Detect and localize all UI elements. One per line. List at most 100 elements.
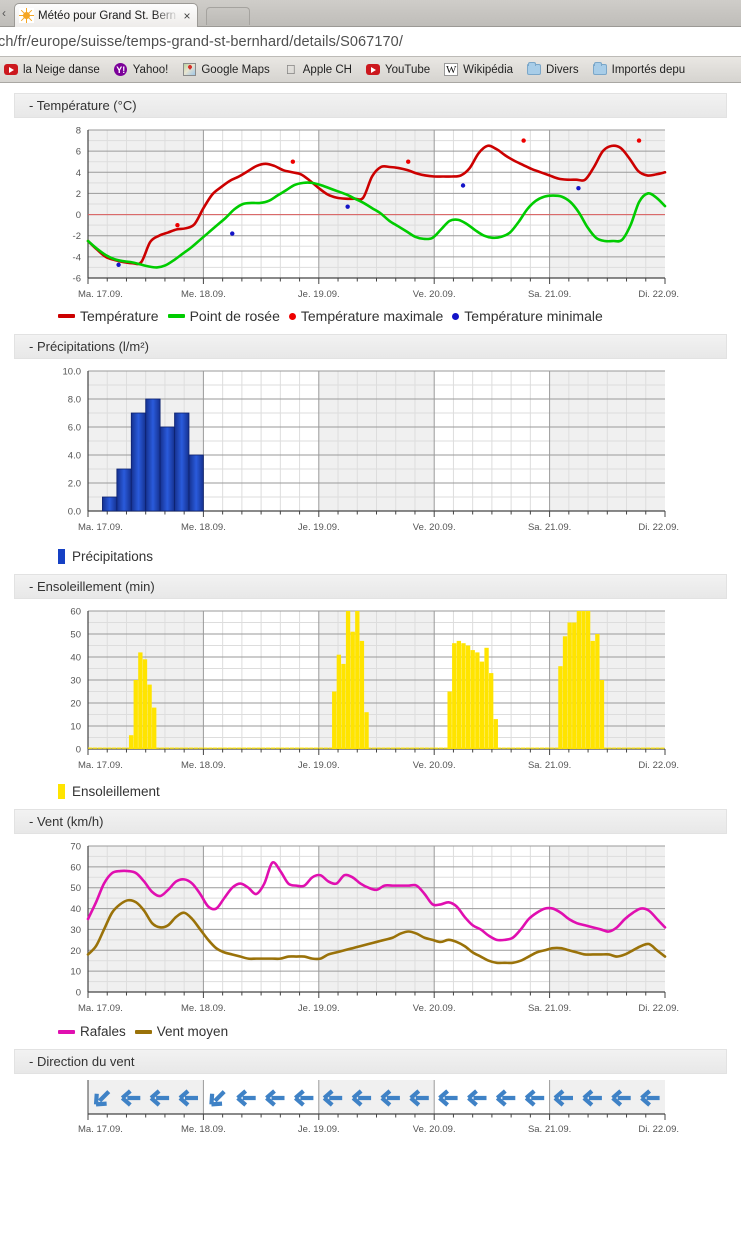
legend-label: Ensoleillement [72,784,160,799]
browser-tab[interactable]: Météo pour Grand St. Bern × [14,3,198,27]
svg-text:2.0: 2.0 [68,479,81,490]
svg-text:Ma. 17.09.: Ma. 17.09. [78,289,123,300]
svg-text:Me. 18.09.: Me. 18.09. [181,1003,226,1014]
legend-label: Point de rosée [189,308,280,324]
svg-text:0: 0 [76,745,81,756]
bookmark-label: Importés depu [611,63,686,76]
svg-text:-2: -2 [73,231,81,242]
svg-text:-6: -6 [73,274,81,285]
legend-item-vent-moyen: Vent moyen [134,1024,229,1039]
legend-label: Vent moyen [156,1024,229,1039]
section-title: - Direction du vent [29,1054,135,1069]
bookmark-apple-ch[interactable]:  Apple CH [284,63,352,77]
svg-text:60: 60 [70,607,81,618]
svg-text:Ve. 20.09.: Ve. 20.09. [413,760,456,771]
new-tab-button[interactable] [206,7,250,25]
wind-plot: 70 60 50 40 30 20 10 0 Ma. 17.09. Me. 18.09. Je. 1… [70,842,679,1015]
svg-text:Sa. 21.09.: Sa. 21.09. [528,760,571,771]
bookmark-label: Wikipédia [463,63,514,76]
svg-text:Je. 19.09.: Je. 19.09. [298,1003,340,1014]
bookmark-label: Google Maps [201,63,270,76]
section-header-wind[interactable]: - Vent (km/h) [14,809,727,834]
svg-text:Me. 18.09.: Me. 18.09. [181,522,226,533]
bookmark-yahoo[interactable]: Y! Yahoo! [114,63,169,77]
section-wind-direction: - Direction du vent Ma. 17.09. Me. 18.09.… [0,1049,741,1142]
svg-text:70: 70 [70,842,81,853]
section-precipitation: - Précipitations (l/m²) 10.0 8.0 6.0 4.0 2.0… [0,334,741,564]
legend-dot-swatch [288,312,296,320]
svg-text:Ve. 20.09.: Ve. 20.09. [413,1124,456,1135]
section-header-sunshine[interactable]: - Ensoleillement (min) [14,574,727,599]
bookmark-label: Yahoo! [132,63,169,76]
folder-icon [527,62,542,77]
tab-strip: ‹ Météo pour Grand St. Bern × [0,0,741,27]
yahoo-icon: Y! [114,63,128,76]
svg-text:0: 0 [76,988,81,999]
legend-sunshine: Ensoleillement [58,784,741,799]
tab-title: Météo pour Grand St. Bern [38,9,177,22]
sunshine-plot: 60 50 40 30 20 10 0 Ma. 17.09. Me. 18.09. Je. 19.… [70,607,679,772]
bookmark-youtube[interactable]: YouTube [365,63,431,77]
section-sunshine: - Ensoleillement (min) 60 50 40 30 20 10 0 Ma. … [0,574,741,799]
svg-text:2: 2 [76,189,81,200]
section-title: - Vent (km/h) [29,814,104,829]
weather-details-page: - Température (°C) 8 6 4 2 0 -2 -4 -6 Ma. 17.09.… [0,93,741,1142]
svg-text:Ve. 20.09.: Ve. 20.09. [413,1003,456,1014]
svg-text:30: 30 [70,925,81,936]
svg-text:Je. 19.09.: Je. 19.09. [298,289,340,300]
bookmark-wikipedia[interactable]: W Wikipédia [444,63,513,77]
legend-line-swatch [58,314,75,318]
section-title: - Précipitations (l/m²) [29,339,149,354]
bookmark-label: la Neige danse [23,63,100,76]
svg-text:4: 4 [76,168,81,179]
close-icon[interactable]: × [181,10,193,22]
legend-line-swatch [58,1029,75,1034]
svg-text:Di. 22.09.: Di. 22.09. [638,289,679,300]
section-temperature: - Température (°C) 8 6 4 2 0 -2 -4 -6 Ma. 17.09.… [0,93,741,324]
address-bar[interactable]: ch/fr/europe/suisse/temps-grand-st-bernh… [0,27,741,57]
section-header-precipitation[interactable]: - Précipitations (l/m²) [14,334,727,359]
svg-text:Ve. 20.09.: Ve. 20.09. [413,522,456,533]
section-title: - Ensoleillement (min) [29,579,155,594]
google-maps-icon [182,63,196,77]
bookmark-la-neige-danse[interactable]: la Neige danse [4,63,100,77]
section-header-temperature[interactable]: - Température (°C) [14,93,727,118]
svg-text:Di. 22.09.: Di. 22.09. [638,522,679,533]
svg-text:40: 40 [70,653,81,664]
legend-label: Précipitations [72,549,154,564]
legend-item-point-de-ros-e: Point de rosée [167,308,280,324]
svg-text:10.0: 10.0 [63,367,82,378]
bookmark-google-maps[interactable]: Google Maps [182,63,270,77]
bookmark-label: YouTube [384,63,431,76]
svg-text:6.0: 6.0 [68,423,81,434]
svg-text:Ma. 17.09.: Ma. 17.09. [78,1124,123,1135]
svg-text:50: 50 [70,630,81,641]
temperature-plot: 8 6 4 2 0 -2 -4 -6 Ma. 17.09. Me. 18.09. Je. 19.09… [73,126,679,301]
apple-icon:  [284,63,298,77]
chart-wind-direction: Ma. 17.09. Me. 18.09. Je. 19.09. Ve. 20.09.… [0,1074,741,1142]
legend-wind: Rafales Vent moyen [58,1024,741,1039]
tab-scroll-left-icon[interactable]: ‹ [2,6,6,20]
svg-text:6: 6 [76,147,81,158]
bookmark-divers[interactable]: Divers [527,62,579,77]
svg-text:Je. 19.09.: Je. 19.09. [298,1124,340,1135]
chart-sunshine: 60 50 40 30 20 10 0 Ma. 17.09. Me. 18.09. Je. 19.… [0,599,741,784]
svg-text:Sa. 21.09.: Sa. 21.09. [528,522,571,533]
svg-text:50: 50 [70,883,81,894]
section-header-wind-direction[interactable]: - Direction du vent [14,1049,727,1074]
bookmark-importes-depuis[interactable]: Importés depu [592,62,686,77]
folder-icon [592,62,607,77]
svg-text:0.0: 0.0 [68,507,81,518]
sun-icon [19,8,34,23]
svg-text:Ma. 17.09.: Ma. 17.09. [78,522,123,533]
browser-chrome: ‹ Météo pour Grand St. Bern × ch/fr/euro… [0,0,741,83]
legend-item-ensoleillement: Ensoleillement [58,784,160,799]
bookmark-label: Apple CH [302,63,352,76]
svg-text:-4: -4 [73,252,81,263]
bookmark-label: Divers [546,63,579,76]
precipitation-plot: 10.0 8.0 6.0 4.0 2.0 0.0 Ma. 17.09. Me. 18.09. J… [63,367,680,534]
legend-item-pr-cipitations: Précipitations [58,549,153,564]
svg-text:Je. 19.09.: Je. 19.09. [298,760,340,771]
svg-text:Me. 18.09.: Me. 18.09. [181,1124,226,1135]
svg-text:8.0: 8.0 [68,395,81,406]
